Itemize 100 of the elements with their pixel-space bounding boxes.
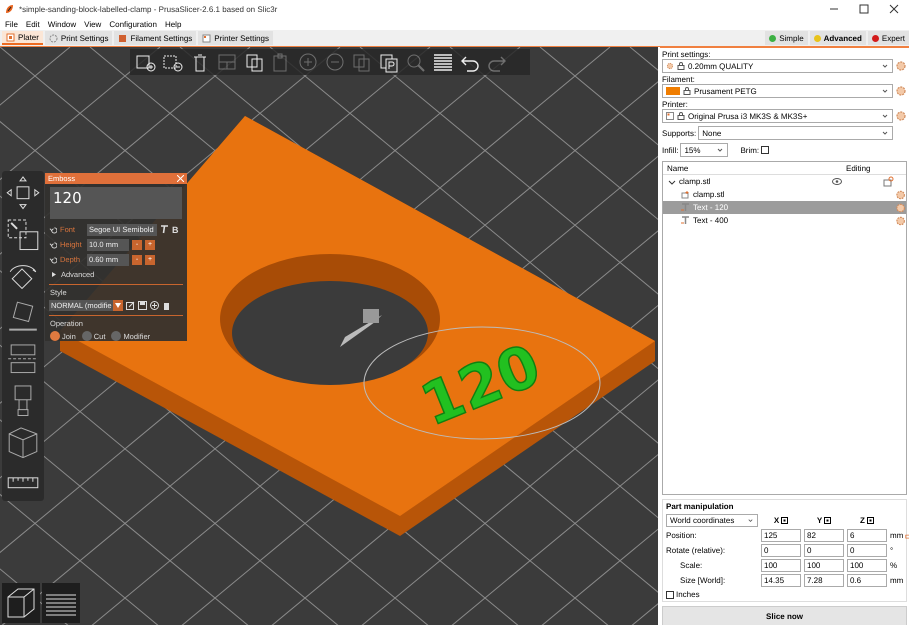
brim-checkbox[interactable] xyxy=(761,146,770,154)
menu-item[interactable]: Edit xyxy=(26,20,40,28)
field-label: Scale: xyxy=(679,561,704,570)
menu-item[interactable]: Configuration xyxy=(109,20,157,28)
menu-item[interactable]: View xyxy=(84,20,102,28)
preset-dropdown[interactable]: 0.20mm QUALITY xyxy=(662,59,893,73)
inches-checkbox[interactable] xyxy=(666,590,674,599)
reset-icon[interactable] xyxy=(49,240,57,248)
settings-icon[interactable] xyxy=(895,85,907,97)
mode-button[interactable]: Simple xyxy=(765,31,808,45)
caret-icon[interactable] xyxy=(881,129,889,137)
menu-item[interactable]: Help xyxy=(164,20,182,28)
field-label: Rotate (relative): xyxy=(666,546,726,556)
tab[interactable]: Filament Settings xyxy=(114,31,196,45)
gear-icon xyxy=(666,62,674,70)
preset-dropdown[interactable]: Prusament PETG xyxy=(662,84,893,98)
field-label: Size [World]: xyxy=(679,576,726,586)
settings-icon[interactable] xyxy=(895,60,907,72)
object-name: Text - 120 xyxy=(693,203,728,212)
caret-icon[interactable] xyxy=(881,112,889,120)
axis-label: X xyxy=(774,516,780,526)
input-field[interactable]: 100 xyxy=(804,559,844,572)
field-label: Print settings: xyxy=(662,50,712,59)
preset-dropdown[interactable]: Original Prusa i3 MK3S & MK3S+ xyxy=(662,109,893,123)
lock-icon xyxy=(677,112,685,120)
printer-icon xyxy=(666,112,674,120)
unit-label: ° xyxy=(890,546,894,556)
window-title: *simple-sanding-block-labelled-clamp - PrusaSlicer-2.6.1 based on Slic3r xyxy=(19,4,278,14)
app-logo-icon xyxy=(5,4,14,14)
gear-icon xyxy=(48,34,58,42)
coordinates-dropdown[interactable]: World coordinates xyxy=(666,514,758,528)
field-label: Infill: xyxy=(662,146,678,154)
menu-item[interactable]: Window xyxy=(48,20,76,28)
caret-icon[interactable] xyxy=(747,517,754,524)
field-label: Supports: xyxy=(662,128,696,138)
slice-button[interactable]: Slice now xyxy=(662,606,907,625)
column-header: Editing xyxy=(845,164,870,172)
reset-icon[interactable] xyxy=(49,256,57,264)
plater-icon xyxy=(6,32,15,42)
input-field[interactable]: 0 xyxy=(761,544,801,558)
expand-arrow-icon[interactable] xyxy=(49,270,58,279)
menu-item[interactable]: File xyxy=(5,20,18,28)
tab[interactable]: Plater xyxy=(2,31,43,45)
mode-button[interactable]: Advanced xyxy=(810,31,866,45)
unit-label: % xyxy=(890,561,898,570)
lock-icon xyxy=(683,87,691,95)
supports-dropdown[interactable]: None xyxy=(698,126,893,140)
checkbox-label: Inches xyxy=(676,590,700,600)
object-row[interactable]: clamp.stl xyxy=(663,175,906,188)
unit-label: mm xyxy=(890,576,904,586)
field-label: Position: xyxy=(666,531,698,540)
axis-icon xyxy=(781,517,788,524)
move-gizmo-drawing[interactable] xyxy=(340,309,382,347)
reset-icon[interactable] xyxy=(49,226,57,234)
move-icon[interactable] xyxy=(5,175,41,210)
settings-icon[interactable] xyxy=(894,188,906,200)
settings-icon[interactable] xyxy=(894,214,906,226)
field-label: Printer: xyxy=(662,100,689,109)
text-input[interactable]: 120 xyxy=(50,187,182,219)
cube-icon[interactable] xyxy=(2,583,40,623)
part-icon xyxy=(681,190,690,199)
input-field[interactable]: 0 xyxy=(847,544,887,558)
axis-label: Y xyxy=(816,516,822,526)
add-part-icon[interactable] xyxy=(882,176,894,188)
input-field[interactable]: 100 xyxy=(847,559,887,572)
text-part-icon xyxy=(681,216,690,225)
input-field[interactable]: 82 xyxy=(804,529,844,542)
caret-icon[interactable] xyxy=(113,300,123,311)
input-field[interactable]: 6 xyxy=(847,529,887,542)
field-label: Filament: xyxy=(662,75,696,84)
infill-dropdown[interactable]: 15% xyxy=(680,143,728,157)
add-icon[interactable] xyxy=(150,301,159,310)
object-name: Text - 400 xyxy=(693,216,728,225)
input-field[interactable]: 7.28 xyxy=(804,574,844,588)
tab[interactable]: Print Settings xyxy=(44,31,112,45)
mode-button[interactable]: Expert xyxy=(868,31,909,45)
save-icon[interactable] xyxy=(138,301,147,310)
edit-icon[interactable] xyxy=(126,301,135,310)
tab[interactable]: Printer Settings xyxy=(198,31,273,45)
input-field[interactable]: 0.6 xyxy=(847,574,887,588)
caret-icon[interactable] xyxy=(716,146,724,154)
lock-icon xyxy=(677,62,685,70)
layers-icon[interactable] xyxy=(42,583,80,623)
input-field[interactable]: 0 xyxy=(804,544,844,558)
input-field[interactable]: 100 xyxy=(761,559,801,572)
object-row[interactable]: clamp.stl xyxy=(663,188,906,201)
caret-icon[interactable] xyxy=(881,62,889,70)
axis-icon xyxy=(824,517,832,524)
scale-icon[interactable] xyxy=(5,216,41,252)
input-field[interactable]: 14.35 xyxy=(761,574,801,588)
settings-icon[interactable] xyxy=(895,110,907,122)
object-name: clamp.stl xyxy=(679,177,711,186)
bold-toggle[interactable]: B xyxy=(172,224,178,234)
input-field[interactable]: 125 xyxy=(761,529,801,542)
axis-icon xyxy=(866,517,874,524)
eye-icon[interactable] xyxy=(832,178,842,185)
caret-icon[interactable] xyxy=(881,87,889,95)
object-row[interactable]: Text - 400 xyxy=(663,214,906,227)
text-part-icon xyxy=(681,203,690,212)
italic-icon[interactable] xyxy=(160,225,169,234)
